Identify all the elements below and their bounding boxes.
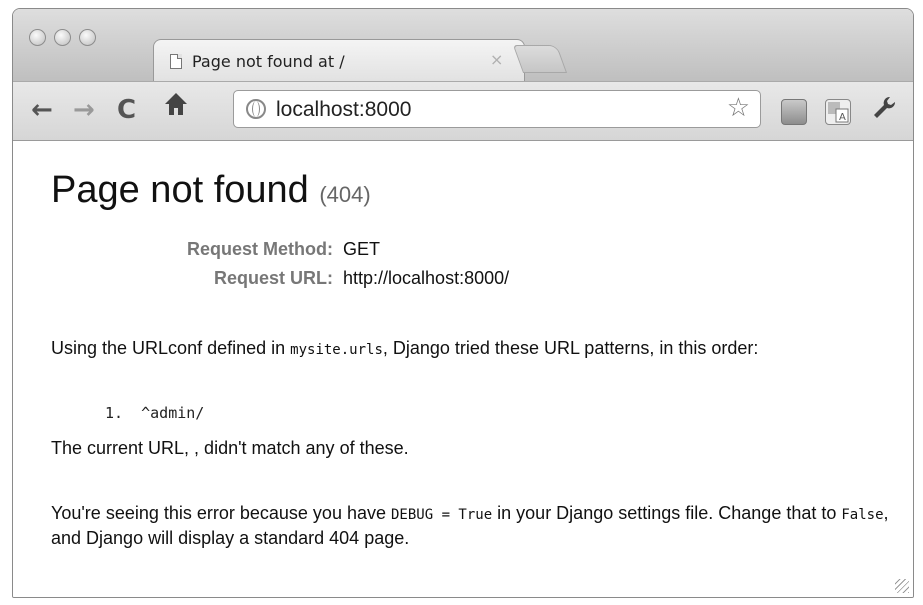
- tab-title: Page not found at /: [192, 52, 345, 71]
- page-title-text: Page not found: [51, 169, 309, 211]
- status-code: (404): [319, 182, 371, 207]
- urlconf-text-1: Using the URLconf defined in: [51, 338, 291, 358]
- pattern-number: 1.: [105, 404, 124, 422]
- address-bar-url[interactable]: localhost:8000: [276, 98, 411, 122]
- globe-icon: [246, 99, 266, 119]
- request-url-value: http://localhost:8000/: [343, 268, 510, 288]
- zoom-window-button[interactable]: [79, 29, 96, 46]
- address-bar[interactable]: localhost:8000 ☆: [233, 90, 761, 128]
- debug-text-2: in your Django settings file. Change tha…: [492, 503, 842, 523]
- svg-text:A: A: [839, 112, 846, 123]
- browser-tab[interactable]: Page not found at / ×: [153, 39, 525, 81]
- close-window-button[interactable]: [29, 29, 46, 46]
- minimize-window-button[interactable]: [54, 29, 71, 46]
- debug-code: DEBUG = True: [391, 507, 493, 523]
- wrench-icon[interactable]: [871, 94, 897, 132]
- page-title: Page not found (404): [51, 169, 371, 212]
- url-pattern-list: 1. ^admin/: [105, 404, 204, 422]
- page-icon: [170, 54, 182, 69]
- reload-icon[interactable]: C: [117, 92, 136, 128]
- home-icon[interactable]: [163, 90, 189, 128]
- browser-window: Page not found at / × ← → C localhost:80…: [12, 8, 914, 598]
- toolbar: ← → C localhost:8000 ☆ A: [13, 81, 913, 141]
- urlconf-module: mysite.urls: [290, 342, 383, 358]
- tab-close-icon[interactable]: ×: [490, 50, 503, 69]
- debug-false: False: [841, 507, 884, 523]
- request-method-value: GET: [343, 239, 381, 259]
- urlconf-text-2: , Django tried these URL patterns, in th…: [382, 338, 759, 358]
- no-match-paragraph: The current URL, , didn't match any of t…: [51, 438, 409, 458]
- debug-text-1: You're seeing this error because you hav…: [51, 503, 391, 523]
- title-bar: Page not found at / ×: [13, 9, 913, 81]
- star-icon[interactable]: ☆: [727, 93, 750, 123]
- request-url-label: Request URL:: [213, 268, 333, 288]
- request-method-label: Request Method:: [187, 239, 333, 259]
- pattern-value: ^admin/: [141, 404, 205, 422]
- forward-arrow-icon[interactable]: →: [73, 92, 95, 128]
- translate-icon[interactable]: A: [825, 99, 851, 125]
- new-tab-button[interactable]: [512, 45, 568, 73]
- back-arrow-icon[interactable]: ←: [31, 92, 53, 128]
- resize-handle[interactable]: [895, 579, 909, 593]
- page-content: Page not found (404) Request Method: GET…: [13, 141, 913, 597]
- debug-paragraph: You're seeing this error because you hav…: [51, 502, 891, 550]
- extension-icon[interactable]: [781, 99, 807, 125]
- urlconf-paragraph: Using the URLconf defined in mysite.urls…: [51, 337, 891, 362]
